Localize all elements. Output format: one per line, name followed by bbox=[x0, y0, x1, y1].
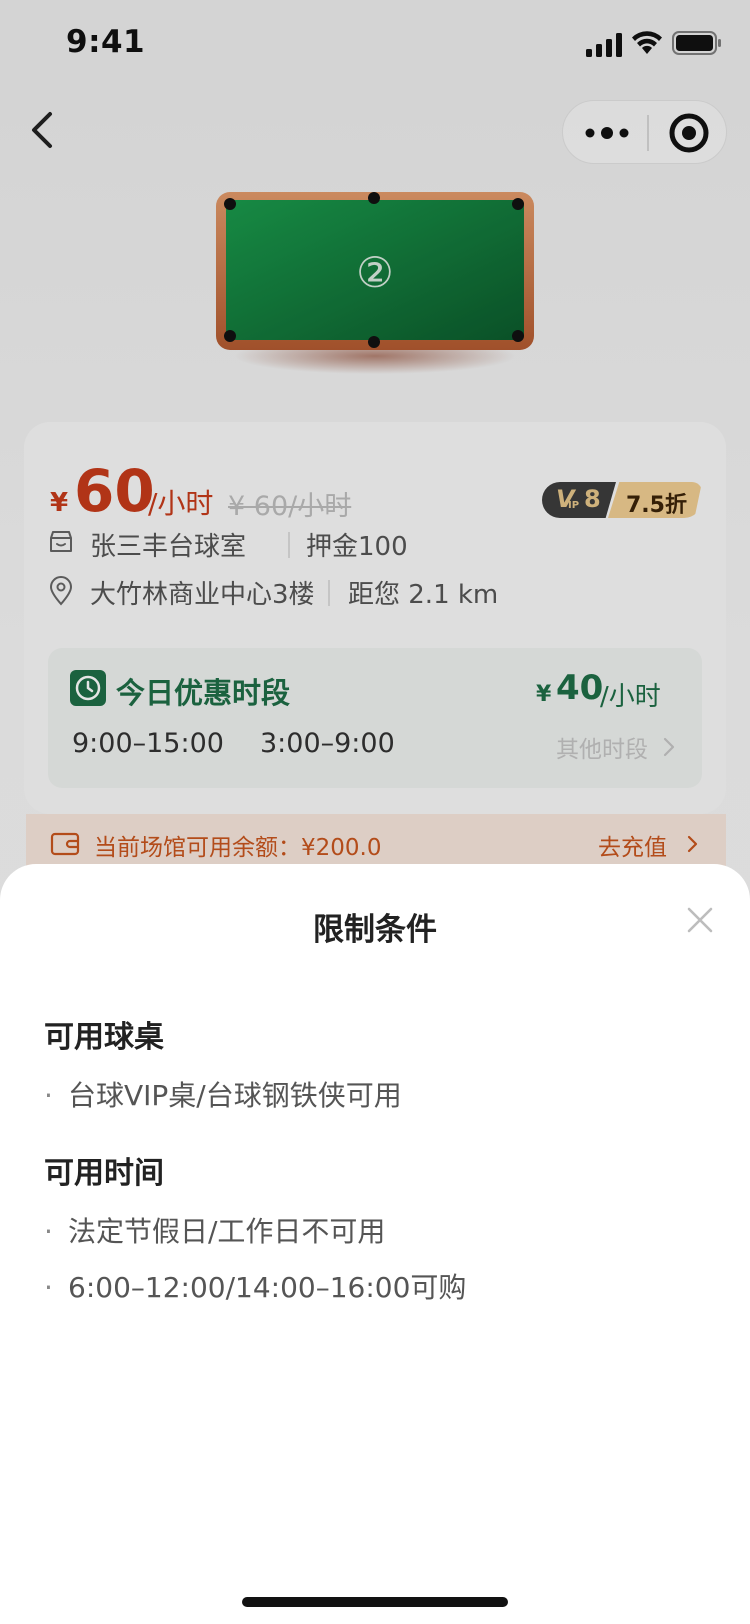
restrictions-sheet: 限制条件 可用球桌 · 台球VIP桌/台球钢铁侠可用 可用时间 · 法定节假日/工作… bbox=[0, 864, 750, 1624]
restriction-text: 法定节假日/工作日不可用 bbox=[68, 1215, 386, 1248]
restriction-text: 台球VIP桌/台球钢铁侠可用 bbox=[68, 1079, 402, 1112]
restriction-item: · 法定节假日/工作日不可用 bbox=[44, 1210, 385, 1250]
bullet-dot: · bbox=[44, 1215, 53, 1248]
restriction-text: 6:00–12:00/14:00–16:00可购 bbox=[68, 1271, 467, 1304]
bullet-dot: · bbox=[44, 1079, 53, 1112]
restriction-item: · 台球VIP桌/台球钢铁侠可用 bbox=[44, 1074, 402, 1114]
bullet-dot: · bbox=[44, 1271, 53, 1304]
restriction-item: · 6:00–12:00/14:00–16:00可购 bbox=[44, 1266, 466, 1306]
home-indicator bbox=[242, 1597, 508, 1607]
section-title-time: 可用时间 bbox=[44, 1156, 164, 1191]
close-icon[interactable] bbox=[684, 904, 716, 936]
sheet-title: 限制条件 bbox=[313, 912, 437, 948]
section-title-tables: 可用球桌 bbox=[44, 1020, 164, 1055]
